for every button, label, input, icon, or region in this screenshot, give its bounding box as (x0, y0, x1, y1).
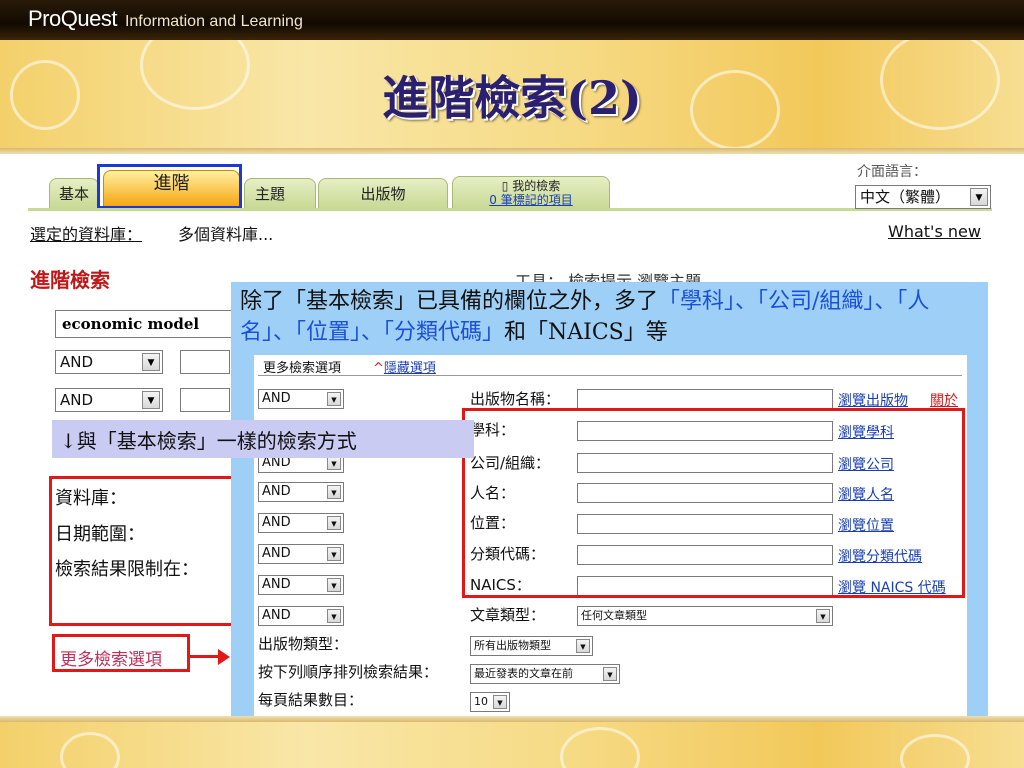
tab-my-search-label: 我的檢索 (512, 179, 561, 193)
operator-select[interactable]: AND ▼ (258, 575, 344, 595)
sort-order-label: 按下列順序排列檢索結果： (258, 663, 439, 681)
chevron-down-icon[interactable]: ▼ (327, 609, 341, 623)
operator-value: AND (262, 577, 291, 592)
operator-select[interactable]: AND ▼ (258, 544, 344, 564)
sort-order-select[interactable]: 最近發表的文章在前 ▼ (470, 664, 620, 684)
search-input-3[interactable] (180, 388, 230, 412)
selected-database-link[interactable]: 選定的資料庫： (30, 221, 142, 245)
operator-value: AND (60, 391, 94, 409)
tab-topic[interactable]: 主題 (244, 178, 316, 208)
callout-text: 除了「基本檢索」已具備的欄位之外，多了「學科」、「公司/組織」、「人名」、「位置… (240, 286, 975, 348)
article-type-label: 文章類型： (470, 606, 546, 624)
interface-language-label: 介面語言： (857, 164, 927, 180)
arrow-right-icon (218, 649, 230, 665)
footer-swirl (900, 734, 970, 768)
proquest-logo: ProQuest Information and Learning (28, 6, 303, 32)
folder-icon: ▯ (501, 179, 509, 193)
marked-items-link[interactable]: 0 筆標記的項目 (453, 193, 609, 207)
operator-select[interactable]: AND ▼ (258, 389, 344, 409)
page-heading: 進階檢索 (30, 268, 110, 292)
results-per-page-label: 每頁結果數目： (258, 691, 364, 709)
search-input[interactable]: economic model (55, 310, 235, 338)
selected-database-value: 多個資料庫... (178, 225, 274, 244)
folder-icon-row: ▯ 我的檢索 (453, 179, 609, 193)
tab-publication[interactable]: 出版物 (318, 178, 448, 208)
publication-type-select[interactable]: 所有出版物類型 ▼ (470, 636, 593, 656)
operator-select[interactable]: AND ▼ (258, 482, 344, 502)
footer-band (0, 722, 1024, 768)
publication-type-value: 所有出版物類型 (474, 639, 551, 652)
publication-title-label: 出版物名稱： (470, 390, 561, 408)
chevron-down-icon[interactable]: ▼ (142, 353, 160, 371)
operator-value: AND (262, 546, 291, 561)
chevron-down-icon[interactable]: ▼ (142, 391, 160, 409)
chevron-down-icon[interactable]: ▼ (327, 578, 341, 592)
browse-publications-link[interactable]: 瀏覽出版物 (838, 390, 908, 410)
tab-basic[interactable]: 基本 (49, 178, 99, 208)
more-options-link[interactable]: 更多檢索選項 (60, 645, 162, 670)
chevron-down-icon[interactable]: ▼ (970, 188, 988, 206)
divider (0, 148, 1024, 154)
chevron-down-icon[interactable]: ▼ (327, 485, 341, 499)
tab-highlight-frame (97, 164, 242, 209)
chevron-down-icon[interactable]: ▼ (493, 695, 507, 709)
operator-select-2[interactable]: AND ▼ (55, 388, 163, 412)
operator-value: AND (262, 608, 291, 623)
results-per-page-value: 10 (474, 695, 488, 708)
tab-my-search[interactable]: ▯ 我的檢索 0 筆標記的項目 (452, 176, 610, 208)
search-input-2[interactable] (180, 350, 230, 374)
logo-text: ProQuest (28, 6, 117, 31)
operator-select[interactable]: AND ▼ (258, 513, 344, 533)
whats-new-link[interactable]: What's new (888, 222, 981, 241)
tab-underline (28, 208, 992, 211)
interface-language-value: 中文（繁體） (860, 188, 951, 206)
operator-value: AND (262, 484, 291, 499)
chevron-down-icon[interactable]: ▼ (603, 667, 617, 681)
callout-text-part-1: 除了「基本檢索」已具備的欄位之外，多了 (240, 289, 659, 314)
publication-type-label: 出版物類型： (258, 635, 349, 653)
slide-title: 進階檢索(2) (382, 71, 642, 125)
caret-up-icon: ^ (373, 361, 384, 376)
chevron-down-icon[interactable]: ▼ (327, 516, 341, 530)
results-per-page-select[interactable]: 10 ▼ (470, 692, 510, 712)
footer-swirl (60, 732, 120, 768)
hide-options-link[interactable]: ^隱藏選項 (373, 357, 436, 376)
interface-language-select[interactable]: 中文（繁體） ▼ (855, 185, 991, 209)
arrow-shaft (190, 655, 220, 658)
operator-select[interactable]: AND ▼ (258, 606, 344, 626)
operator-value: AND (262, 515, 291, 530)
operator-value: AND (262, 391, 291, 406)
operator-value: AND (60, 353, 94, 371)
chevron-down-icon[interactable]: ▼ (327, 392, 341, 406)
about-link[interactable]: 關於 (930, 390, 958, 410)
same-as-basic-text: ↓與「基本檢索」一樣的檢索方式 (60, 429, 357, 453)
panel-divider (258, 375, 962, 376)
footer-swirl (560, 727, 640, 768)
chevron-down-icon[interactable]: ▼ (576, 639, 590, 653)
logo-subtitle: Information and Learning (124, 13, 303, 30)
chevron-down-icon[interactable]: ▼ (327, 547, 341, 561)
hide-options-label: 隱藏選項 (383, 361, 436, 376)
slide: ProQuest Information and Learning 進階檢索(2)… (0, 0, 1024, 768)
publication-title-input[interactable] (577, 389, 833, 409)
article-type-select[interactable]: 任何文章類型 ▼ (577, 606, 833, 626)
chevron-down-icon[interactable]: ▼ (816, 609, 830, 623)
new-fields-frame (462, 408, 965, 598)
callout-text-part-3: 和「NAICS」等 (504, 320, 668, 345)
article-type-value: 任何文章類型 (581, 609, 647, 622)
more-options-title: 更多檢索選項 (263, 361, 342, 376)
operator-select-1[interactable]: AND ▼ (55, 350, 163, 374)
sort-order-value: 最近發表的文章在前 (474, 667, 573, 680)
chevron-down-icon[interactable]: ▼ (327, 456, 341, 470)
